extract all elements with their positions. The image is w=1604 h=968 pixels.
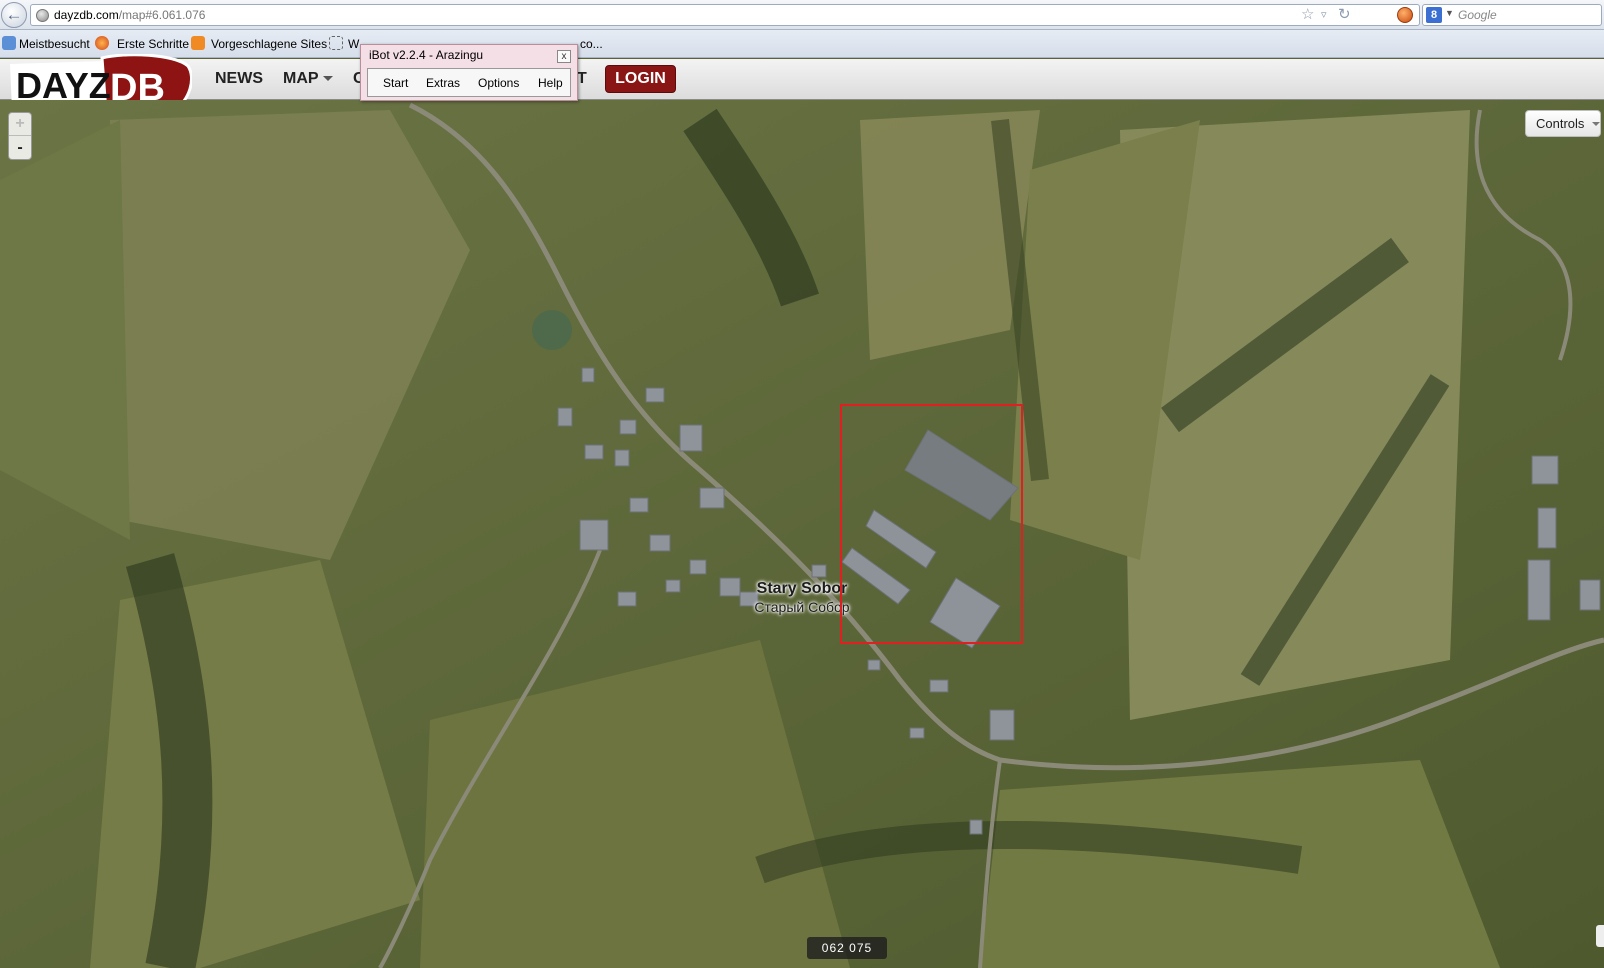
reload-icon[interactable]: ↻	[1338, 6, 1351, 24]
controls-label: Controls	[1536, 116, 1585, 131]
ibot-menu-options[interactable]: Options	[478, 76, 519, 90]
satellite-map[interactable]	[0, 100, 1604, 968]
nav-map[interactable]: MAP	[283, 70, 319, 88]
highlight-rectangle	[840, 404, 1023, 644]
zoom-in-button[interactable]: +	[9, 113, 31, 136]
search-field[interactable]: 8 ▼ Google	[1422, 4, 1602, 26]
ibot-menu-start[interactable]: Start	[383, 76, 408, 90]
url-text: dayzdb.com/map#6.061.076	[54, 8, 205, 22]
ibot-menu-extras[interactable]: Extras	[426, 76, 460, 90]
chevron-down-icon[interactable]	[323, 76, 333, 81]
browser-address-bar: ← dayzdb.com/map#6.061.076 ☆ ▿ ↻ 8 ▼ Goo…	[0, 0, 1604, 30]
ibot-title: iBot v2.2.4 - Arazingu	[369, 48, 484, 62]
ibot-menu-help[interactable]: Help	[538, 76, 563, 90]
site-identity-icon[interactable]	[36, 9, 49, 22]
back-button[interactable]: ←	[1, 2, 27, 28]
side-panel-tab[interactable]	[1596, 925, 1604, 947]
login-button[interactable]: LOGIN	[605, 65, 676, 93]
zoom-out-button[interactable]: -	[9, 137, 31, 160]
bookmark-vorgeschlagene-sites[interactable]: Vorgeschlagene Sites	[211, 37, 327, 51]
addon-icon[interactable]	[1397, 7, 1413, 23]
close-icon[interactable]: x	[557, 50, 571, 63]
url-domain: dayzdb.com	[54, 8, 119, 22]
field	[0, 120, 130, 540]
ibot-menubar: Start Extras Options Help	[367, 68, 571, 97]
bookmark-erste-schritte[interactable]: Erste Schritte	[117, 37, 189, 51]
nav-news[interactable]: NEWS	[215, 70, 263, 88]
zoom-control: + -	[8, 112, 32, 160]
bookmark-folder-icon	[2, 36, 16, 50]
chevron-down-icon	[1592, 122, 1600, 126]
pond	[532, 310, 572, 350]
bookmark-meistbesucht[interactable]: Meistbesucht	[19, 37, 90, 51]
coordinate-readout: 062 075	[807, 937, 887, 959]
web-slice-icon	[329, 36, 343, 50]
map-canvas[interactable]: Stary Sobor Старый Собор	[0, 100, 1604, 968]
firefox-icon	[95, 36, 109, 50]
bookmark-truncated[interactable]: co...	[580, 37, 603, 51]
suggested-sites-icon	[191, 36, 205, 50]
bookmarks-toolbar: Meistbesucht Erste Schritte Vorgeschlage…	[0, 30, 1604, 58]
nav-hidden-t[interactable]: T	[577, 70, 587, 88]
url-field[interactable]: dayzdb.com/map#6.061.076 ☆ ▿ ↻	[30, 4, 1420, 26]
history-dropdown-icon[interactable]: ▿	[1321, 6, 1327, 24]
search-engine-icon[interactable]: 8	[1426, 7, 1442, 23]
url-path: /map#6.061.076	[118, 8, 206, 22]
bookmark-star-icon[interactable]: ☆	[1301, 6, 1314, 24]
search-placeholder: Google	[1458, 8, 1497, 22]
ibot-window: iBot v2.2.4 - Arazingu x Start Extras Op…	[360, 44, 578, 101]
controls-button[interactable]: Controls	[1525, 110, 1601, 137]
search-engine-dropdown-icon[interactable]: ▼	[1445, 8, 1454, 18]
bookmark-web-slice[interactable]: W	[348, 37, 359, 51]
